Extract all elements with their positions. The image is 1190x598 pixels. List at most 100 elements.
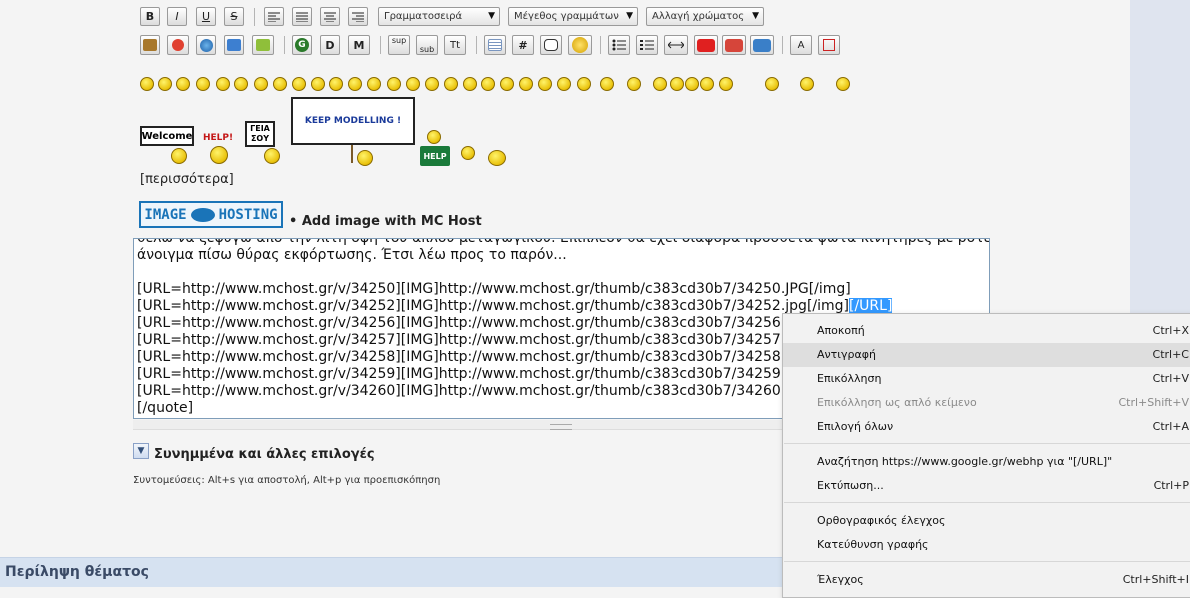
unlink-button[interactable]: [224, 35, 244, 55]
mchost-logo[interactable]: IMAGE HOSTING: [139, 201, 283, 228]
google-button[interactable]: G: [292, 35, 312, 55]
email-button[interactable]: [252, 35, 274, 55]
bold-button[interactable]: B: [140, 7, 160, 26]
smiley-icon[interactable]: [700, 77, 714, 91]
align-justify-button[interactable]: [292, 7, 312, 26]
underline-button[interactable]: U: [196, 7, 216, 26]
smiley-icon[interactable]: [481, 77, 495, 91]
toolbar-separator: [782, 36, 783, 54]
smiley-icon[interactable]: [387, 77, 401, 91]
smiley-icon[interactable]: [670, 77, 684, 91]
align-left-button[interactable]: [264, 7, 284, 26]
smiley-icon[interactable]: [719, 77, 733, 91]
context-menu-paste-plain[interactable]: Επικόλληση ως απλό κείμενο Ctrl+Shift+V: [783, 391, 1190, 415]
youtube-button[interactable]: [694, 35, 718, 55]
smiley-icon[interactable]: [519, 77, 533, 91]
context-menu-writing-direction[interactable]: Κατεύθυνση γραφής: [783, 533, 1190, 557]
video-button[interactable]: [722, 35, 746, 55]
numbered-list-button[interactable]: [636, 35, 658, 55]
context-menu-separator: [784, 443, 1190, 444]
align-right-button[interactable]: [348, 7, 368, 26]
smiley-icon[interactable]: [158, 77, 172, 91]
remove-format-button[interactable]: [818, 35, 840, 55]
smiley-icon[interactable]: [765, 77, 779, 91]
quote-button[interactable]: [540, 35, 562, 55]
attachments-toggle-button[interactable]: ▼: [133, 443, 149, 459]
font-color-select[interactable]: Αλλαγή χρώματος ▼: [646, 7, 764, 26]
smiley-icon[interactable]: [234, 77, 248, 91]
smiley-icon[interactable]: [140, 77, 154, 91]
smiley-icon[interactable]: [273, 77, 287, 91]
italic-button[interactable]: I: [167, 7, 187, 26]
smiley-icon[interactable]: [577, 77, 591, 91]
context-menu-cut[interactable]: Αποκοπή Ctrl+X: [783, 319, 1190, 343]
context-menu-select-all[interactable]: Επιλογή όλων Ctrl+A: [783, 415, 1190, 439]
move-button[interactable]: [167, 35, 189, 55]
context-menu-spellcheck[interactable]: Ορθογραφικός έλεγχος: [783, 509, 1190, 533]
smiley-icon[interactable]: [367, 77, 381, 91]
context-menu-inspect[interactable]: Έλεγχος Ctrl+Shift+I: [783, 568, 1190, 592]
dailymotion-button[interactable]: D: [320, 35, 340, 55]
smiley-icon[interactable]: [254, 77, 268, 91]
context-menu-paste[interactable]: Επικόλληση Ctrl+V: [783, 367, 1190, 391]
code-button[interactable]: #: [512, 35, 534, 55]
context-menu-print[interactable]: Εκτύπωση... Ctrl+P: [783, 474, 1190, 498]
smiley-icon[interactable]: [444, 77, 458, 91]
insert-link-button[interactable]: [196, 35, 216, 55]
smiley-icon[interactable]: [216, 77, 230, 91]
thinking-smiley[interactable]: [461, 146, 475, 160]
smiley-icon[interactable]: [557, 77, 571, 91]
context-menu-search[interactable]: Αναζήτηση https://www.google.gr/webhp γι…: [783, 450, 1190, 474]
smiley-icon[interactable]: [836, 77, 850, 91]
toolbar-separator: [600, 36, 601, 54]
smiley-icon[interactable]: [627, 77, 641, 91]
smiley-icon[interactable]: [176, 77, 190, 91]
more-smilies-link[interactable]: [περισσότερα]: [140, 172, 234, 187]
font-size-button[interactable]: A: [790, 35, 812, 55]
sleepy-smiley[interactable]: [488, 150, 506, 166]
context-menu-copy[interactable]: Αντιγραφή Ctrl+C: [783, 343, 1190, 367]
align-justify-icon: [296, 12, 308, 22]
help-book-smiley[interactable]: HELP: [420, 146, 450, 166]
smiley-icon[interactable]: [653, 77, 667, 91]
superscript-button[interactable]: sup: [388, 35, 410, 55]
smiley-icon[interactable]: [425, 77, 439, 91]
keep-modelling-sign-smiley[interactable]: KEEP MODELLING !: [291, 97, 415, 145]
spoiler-button[interactable]: [568, 35, 592, 55]
strikethrough-button[interactable]: S: [224, 7, 244, 26]
smiley-icon[interactable]: [538, 77, 552, 91]
smiley-icon[interactable]: [600, 77, 614, 91]
welcome-sign-smiley[interactable]: Welcome: [140, 126, 194, 146]
teletype-button[interactable]: Tt: [444, 35, 466, 55]
align-center-button[interactable]: [320, 7, 340, 26]
attachments-label[interactable]: Συνημμένα και άλλες επιλογές: [154, 447, 375, 462]
table-button[interactable]: [484, 35, 506, 55]
globe-icon: [199, 38, 213, 52]
smiley-icon[interactable]: [406, 77, 420, 91]
smiley-icon[interactable]: [292, 77, 306, 91]
add-image-mchost-link[interactable]: • Add image with MC Host: [289, 214, 482, 229]
smiley-icon[interactable]: [348, 77, 362, 91]
smiley-icon[interactable]: [196, 77, 210, 91]
smiley-icon[interactable]: [685, 77, 699, 91]
smiley-icon[interactable]: [500, 77, 514, 91]
smiley-icon[interactable]: [463, 77, 477, 91]
insert-image-button[interactable]: [140, 35, 160, 55]
mc-button[interactable]: M: [348, 35, 370, 55]
geia-sou-sign-smiley[interactable]: ΓΕΙΑ ΣΟΥ: [245, 121, 275, 147]
subscript-button[interactable]: sub: [416, 35, 438, 55]
smiley-icon[interactable]: [800, 77, 814, 91]
font-family-select[interactable]: Γραμματοσειρά ▼: [378, 7, 500, 26]
help-smiley-face[interactable]: [210, 146, 228, 164]
quote-icon: [544, 39, 558, 51]
smiley-icon[interactable]: [329, 77, 343, 91]
resize-grip-icon[interactable]: [550, 424, 572, 430]
help-sign-smiley[interactable]: HELP!: [203, 133, 233, 143]
horizontal-rule-button[interactable]: [664, 35, 688, 55]
font-size-select[interactable]: Μέγεθος γραμμάτων ▼: [508, 7, 638, 26]
google-icon: G: [295, 38, 309, 52]
facebook-video-button[interactable]: [750, 35, 774, 55]
smiley-icon[interactable]: [311, 77, 325, 91]
bullet-list-button[interactable]: [608, 35, 630, 55]
align-right-icon: [352, 12, 364, 22]
